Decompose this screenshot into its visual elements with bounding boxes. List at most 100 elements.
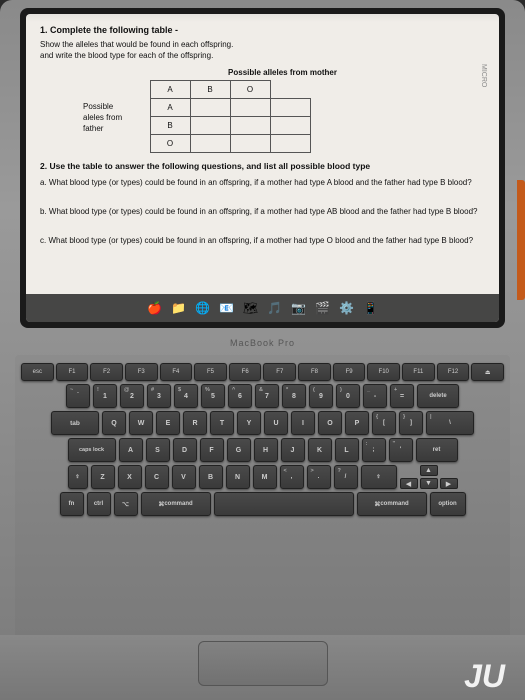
- zxcv-row: ⇧ Z X C V B N M <, >. ?/ ⇧ ▲ ◀ ▼ ▶: [21, 465, 504, 489]
- key-z[interactable]: Z: [91, 465, 115, 489]
- key-7[interactable]: &7: [255, 384, 279, 408]
- key-u[interactable]: U: [264, 411, 288, 435]
- key-r[interactable]: R: [183, 411, 207, 435]
- dock-icon-folder[interactable]: 📁: [169, 298, 189, 318]
- dock-icon-settings[interactable]: ⚙️: [337, 298, 357, 318]
- key-backslash[interactable]: |\: [426, 411, 474, 435]
- key-ctrl[interactable]: ctrl: [87, 492, 111, 516]
- key-semicolon[interactable]: :;: [362, 438, 386, 462]
- fn-key-f11[interactable]: F11: [402, 363, 435, 381]
- table-header-label: Possible alleles from mother: [80, 67, 485, 78]
- father-row-label: Possiblealeles fromfather: [80, 99, 150, 153]
- key-6[interactable]: ^6: [228, 384, 252, 408]
- row-a-label: A: [150, 99, 190, 117]
- blood-type-table: A B O Possiblealeles fromfather A: [80, 80, 311, 153]
- question-a: a. What blood type (or types) could be f…: [40, 177, 485, 188]
- dock-icon-camera[interactable]: 📷: [289, 298, 309, 318]
- fn-key-f9[interactable]: F9: [333, 363, 366, 381]
- key-1[interactable]: !1: [93, 384, 117, 408]
- key-t[interactable]: T: [210, 411, 234, 435]
- key-s[interactable]: S: [146, 438, 170, 462]
- fn-key-f10[interactable]: F10: [367, 363, 400, 381]
- key-0[interactable]: )0: [336, 384, 360, 408]
- fn-key-f8[interactable]: F8: [298, 363, 331, 381]
- key-shift-left[interactable]: ⇧: [68, 465, 88, 489]
- key-m[interactable]: M: [253, 465, 277, 489]
- key-space[interactable]: [214, 492, 354, 516]
- dock-icon-music[interactable]: 🎵: [265, 298, 285, 318]
- key-command-left[interactable]: ⌘ command: [141, 492, 211, 516]
- laptop-body: 1. Complete the following table - Show t…: [0, 0, 525, 700]
- trackpad[interactable]: [198, 641, 328, 686]
- key-bracket-open[interactable]: {[: [372, 411, 396, 435]
- key-j[interactable]: J: [281, 438, 305, 462]
- key-d[interactable]: D: [173, 438, 197, 462]
- fn-key-f3[interactable]: F3: [125, 363, 158, 381]
- dock-icon-finder[interactable]: 🍎: [145, 298, 165, 318]
- fn-key-f12[interactable]: F12: [437, 363, 470, 381]
- key-n[interactable]: N: [226, 465, 250, 489]
- fn-key-f1[interactable]: F1: [56, 363, 89, 381]
- key-8[interactable]: *8: [282, 384, 306, 408]
- key-i[interactable]: I: [291, 411, 315, 435]
- key-arrow-down[interactable]: ▼: [420, 478, 438, 489]
- dock-icon-browser[interactable]: 🌐: [193, 298, 213, 318]
- row-b-label: B: [150, 117, 190, 135]
- key-tab[interactable]: tab: [51, 411, 99, 435]
- key-option-left[interactable]: ⌥: [114, 492, 138, 516]
- key-fn[interactable]: fn: [60, 492, 84, 516]
- dock-icon-video[interactable]: 🎬: [313, 298, 333, 318]
- key-minus[interactable]: _-: [363, 384, 387, 408]
- key-a[interactable]: A: [119, 438, 143, 462]
- key-bracket-close[interactable]: }]: [399, 411, 423, 435]
- key-tilde[interactable]: ~`: [66, 384, 90, 408]
- key-x[interactable]: X: [118, 465, 142, 489]
- key-v[interactable]: V: [172, 465, 196, 489]
- key-command-right[interactable]: ⌘ command: [357, 492, 427, 516]
- dock-icon-phone[interactable]: 📱: [361, 298, 381, 318]
- key-f[interactable]: F: [200, 438, 224, 462]
- question-b: b. What blood type (or types) could be f…: [40, 206, 485, 217]
- key-comma[interactable]: <,: [280, 465, 304, 489]
- key-q[interactable]: Q: [102, 411, 126, 435]
- key-plus[interactable]: +=: [390, 384, 414, 408]
- key-shift-right[interactable]: ⇧: [361, 465, 397, 489]
- key-9[interactable]: (9: [309, 384, 333, 408]
- key-h[interactable]: H: [254, 438, 278, 462]
- key-option-right[interactable]: option: [430, 492, 466, 516]
- key-2[interactable]: @2: [120, 384, 144, 408]
- key-o[interactable]: O: [318, 411, 342, 435]
- key-quote[interactable]: "': [389, 438, 413, 462]
- key-b[interactable]: B: [199, 465, 223, 489]
- key-l[interactable]: L: [335, 438, 359, 462]
- key-w[interactable]: W: [129, 411, 153, 435]
- key-3[interactable]: #3: [147, 384, 171, 408]
- fn-key-f4[interactable]: F4: [160, 363, 193, 381]
- key-return[interactable]: ret: [416, 438, 458, 462]
- key-k[interactable]: K: [308, 438, 332, 462]
- key-delete[interactable]: delete: [417, 384, 459, 408]
- key-4[interactable]: $4: [174, 384, 198, 408]
- key-period[interactable]: >.: [307, 465, 331, 489]
- key-slash[interactable]: ?/: [334, 465, 358, 489]
- key-c[interactable]: C: [145, 465, 169, 489]
- dock-icon-mail[interactable]: 📧: [217, 298, 237, 318]
- fn-key-power[interactable]: ⏏: [471, 363, 504, 381]
- fn-key-f5[interactable]: F5: [194, 363, 227, 381]
- key-arrow-left[interactable]: ◀: [400, 478, 418, 489]
- key-arrow-up[interactable]: ▲: [420, 465, 438, 476]
- dock-icon-notes[interactable]: 🗺: [241, 298, 261, 318]
- ju-watermark: JU: [464, 658, 505, 695]
- key-g[interactable]: G: [227, 438, 251, 462]
- key-5[interactable]: %5: [201, 384, 225, 408]
- fn-key-f6[interactable]: F6: [229, 363, 262, 381]
- key-e[interactable]: E: [156, 411, 180, 435]
- key-y[interactable]: Y: [237, 411, 261, 435]
- fn-key-esc[interactable]: esc: [21, 363, 54, 381]
- fn-key-f7[interactable]: F7: [263, 363, 296, 381]
- key-p[interactable]: P: [345, 411, 369, 435]
- section2-title: 2. Use the table to answer the following…: [40, 161, 485, 173]
- fn-key-f2[interactable]: F2: [90, 363, 123, 381]
- key-arrow-right[interactable]: ▶: [440, 478, 458, 489]
- key-capslock[interactable]: caps lock: [68, 438, 116, 462]
